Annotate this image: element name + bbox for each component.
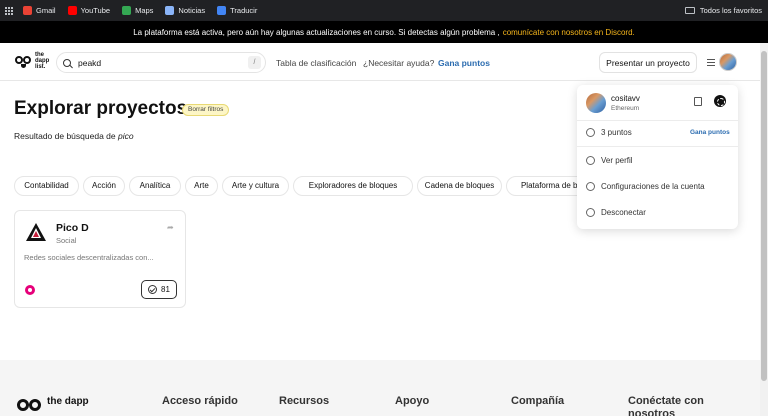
site-header: the dapp list. / Tabla de clasificación …	[0, 43, 768, 81]
result-term: pico	[118, 131, 134, 141]
footer-logo[interactable]: the dapp	[17, 397, 89, 413]
wallet-network: Ethereum	[611, 105, 640, 112]
site-footer: the dapp Acceso rápido Recursos Apoyo Co…	[0, 360, 760, 416]
network-icon[interactable]	[714, 95, 726, 107]
project-category: Social	[56, 236, 77, 245]
category-chip[interactable]: Exploradores de bloques	[293, 176, 413, 196]
page-title: Explorar proyectos	[14, 98, 188, 119]
logout-icon	[586, 208, 595, 217]
all-favorites[interactable]: Todos los favoritos	[684, 0, 762, 21]
points-icon	[586, 128, 595, 137]
bookmark-noticias[interactable]: Noticias	[165, 6, 205, 15]
menu-label: Ver perfil	[601, 156, 633, 165]
dropdown-avatar	[586, 93, 606, 113]
footer-heading: Acceso rápido	[162, 395, 238, 407]
polkadot-icon	[25, 285, 35, 295]
search-icon	[63, 58, 71, 67]
bookmark-label: Noticias	[178, 6, 206, 15]
category-chip[interactable]: Contabilidad	[14, 176, 79, 196]
copy-icon[interactable]	[694, 97, 702, 106]
bookmark-gmail[interactable]: Gmail	[23, 6, 56, 15]
translate-icon	[217, 6, 227, 15]
gmail-icon	[23, 6, 32, 15]
account-dropdown: cositavv Ethereum 3 puntos Gana puntos V…	[577, 85, 738, 229]
username: cositavv	[611, 94, 640, 103]
upvote-button[interactable]: 81	[141, 280, 177, 299]
category-chip[interactable]: Arte y cultura	[222, 176, 289, 196]
points-row: 3 puntos	[586, 128, 632, 137]
nav-earn-points[interactable]: Gana puntos	[438, 58, 490, 68]
menu-label: Desconectar	[601, 208, 646, 217]
vote-count: 81	[161, 285, 170, 294]
scrollbar[interactable]	[760, 43, 768, 416]
site-logo[interactable]: the dapp list.	[15, 52, 51, 70]
owl-logo-icon	[15, 55, 32, 68]
bookmark-label: YouTube	[80, 6, 111, 15]
bookmark-youtube[interactable]: YouTube	[67, 6, 111, 15]
category-chip[interactable]: Cadena de bloques	[417, 176, 502, 196]
pico-d-logo-icon	[26, 223, 46, 241]
bookmark-label: Gmail	[36, 6, 56, 15]
points-count: 3 puntos	[601, 128, 632, 137]
category-chip[interactable]: Acción	[83, 176, 125, 196]
nav-leaderboard[interactable]: Tabla de clasificación	[276, 58, 356, 68]
bookmark-traducir[interactable]: Traducir	[217, 6, 257, 15]
announcement-bar: La plataforma está activa, pero aún hay …	[0, 21, 768, 43]
category-chip[interactable]: Arte	[185, 176, 218, 196]
news-icon	[165, 6, 175, 15]
footer-heading: Conéctate con nosotros	[628, 395, 704, 416]
user-icon	[586, 156, 595, 165]
menu-account-settings[interactable]: Configuraciones de la cuenta	[586, 182, 705, 191]
footer-heading: Compañía	[511, 395, 565, 407]
bookmark-maps[interactable]: Maps	[122, 6, 153, 15]
menu-label: Configuraciones de la cuenta	[601, 182, 705, 191]
menu-icon[interactable]	[707, 59, 715, 66]
project-card[interactable]: Pico D Social ➦ Redes sociales descentra…	[14, 210, 186, 308]
project-description: Redes sociales descentralizadas con...	[24, 253, 154, 262]
category-chip[interactable]: Analítica	[129, 176, 181, 196]
menu-logout[interactable]: Desconectar	[586, 208, 646, 217]
maps-icon	[122, 6, 132, 15]
youtube-icon	[67, 6, 77, 15]
menu-view-profile[interactable]: Ver perfil	[586, 156, 633, 165]
logo-text: the dapp list.	[35, 52, 50, 70]
all-favorites-label: Todos los favoritos	[699, 6, 762, 15]
owl-logo-icon	[17, 397, 43, 413]
search-input[interactable]	[78, 57, 238, 68]
avatar[interactable]	[719, 53, 737, 71]
bookmark-label: Maps	[135, 6, 154, 15]
share-icon[interactable]: ➦	[167, 223, 174, 232]
check-circle-icon	[148, 285, 158, 294]
footer-logo-text: the dapp	[47, 396, 89, 407]
divider	[577, 146, 738, 147]
folder-icon	[684, 7, 695, 14]
discord-link[interactable]: comunícate con nosotros en Discord.	[503, 28, 635, 37]
clear-filters-button[interactable]: Borrar filtros	[182, 104, 230, 116]
gear-icon	[586, 182, 595, 191]
footer-heading: Apoyo	[395, 395, 430, 407]
search-result-line: Resultado de búsqueda de pico	[14, 131, 134, 141]
submit-project-button[interactable]: Presentar un proyecto	[599, 52, 697, 73]
project-name: Pico D	[56, 222, 89, 234]
bookmarks-bar: Gmail YouTube Maps Noticias Traducir Tod…	[0, 0, 768, 21]
search-box[interactable]: /	[56, 52, 266, 73]
scrollbar-thumb[interactable]	[761, 51, 767, 381]
footer-heading: Recursos	[279, 395, 330, 407]
nav-help[interactable]: ¿Necesitar ayuda?	[363, 58, 434, 68]
result-prefix: Resultado de búsqueda de	[14, 131, 116, 141]
bookmark-label: Traducir	[230, 6, 258, 15]
apps-grid-icon[interactable]	[5, 6, 13, 15]
earn-points-link[interactable]: Gana puntos	[690, 129, 730, 136]
announcement-text: La plataforma está activa, pero aún hay …	[133, 27, 500, 37]
search-shortcut-key: /	[248, 56, 261, 69]
divider	[577, 120, 738, 121]
